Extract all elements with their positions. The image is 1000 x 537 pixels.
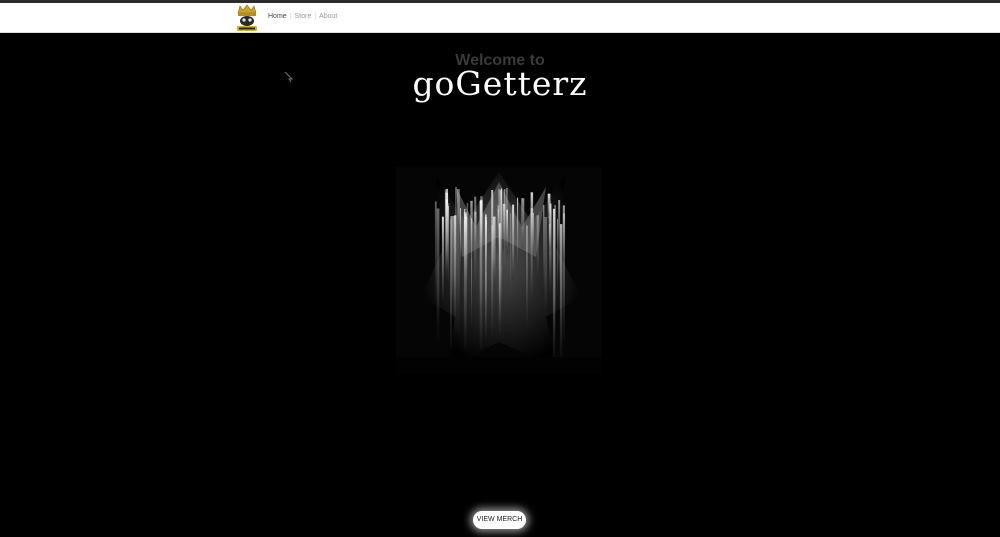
artwork-streak [547,193,551,225]
artwork-streak [559,224,563,358]
artwork-streak [441,216,444,302]
artwork-streak [530,208,533,302]
artwork-streak [543,205,545,288]
nav-separator: | [314,13,317,20]
artwork-streak [526,225,528,329]
artwork-streak [510,213,512,303]
artwork-streak [521,198,525,249]
artwork-streak [536,215,539,279]
brand-title: goGetterz [412,64,588,103]
artwork-streak [436,208,440,339]
artwork-streak [451,216,455,317]
artwork-streak [485,220,487,272]
artwork-streak [455,187,457,292]
artwork-streak [466,203,469,295]
nav-separator: | [289,13,292,20]
crown-logo-icon[interactable] [234,4,260,32]
site-header: Home | Store | About [0,3,1000,33]
artwork-streak [512,204,515,280]
artwork-streak [562,213,566,262]
artwork-streak [491,190,494,337]
view-merch-button[interactable]: VIEW MERCH [473,511,526,529]
nav-about[interactable]: About [319,13,337,20]
nav-home[interactable]: Home [268,13,287,20]
artwork-streak [558,200,561,283]
artwork-streak [434,201,437,302]
nav-store[interactable]: Store [295,13,312,20]
artwork-streak [445,199,448,282]
artwork-streak [557,219,558,299]
artwork-streak [500,188,503,266]
crown-artwork-image [396,167,602,374]
artwork-streak [470,200,473,259]
artwork-streak [456,189,460,332]
mouse-cursor-icon [284,71,294,83]
artwork-streak [498,223,501,335]
artwork-streak [504,189,506,275]
artwork-streak [460,208,461,276]
artwork-streak [517,197,519,271]
artwork-streak [463,212,467,349]
artwork-streak [544,217,548,316]
main-nav: Home | Store | About [268,13,337,20]
artwork-streak [497,205,500,236]
artwork-streak [554,205,556,339]
artwork-streak [506,209,508,255]
artwork-streak [474,211,477,250]
artwork-streak [479,200,483,349]
artwork-streak [450,216,452,349]
